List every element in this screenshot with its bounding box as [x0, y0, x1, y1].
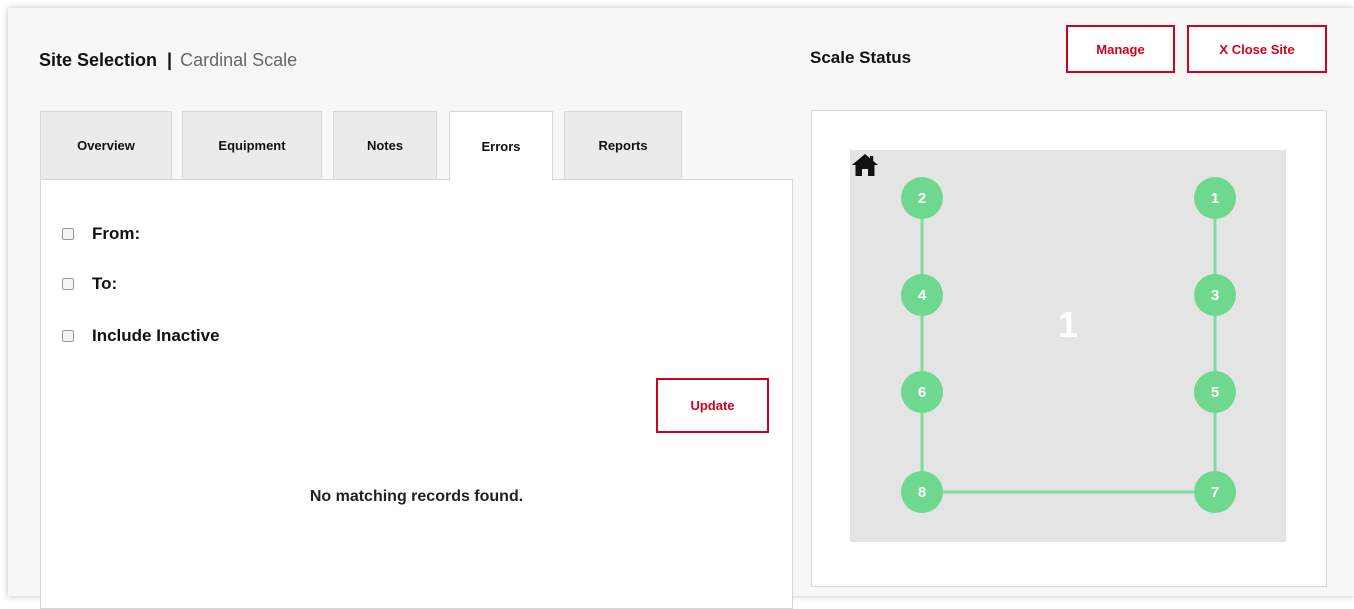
scale-number-label: 1 [1058, 304, 1078, 345]
load-cell-node[interactable]: 2 [901, 177, 943, 219]
load-cell-label: 3 [1211, 287, 1219, 304]
load-cell-node[interactable]: 6 [901, 371, 943, 413]
load-cell-node[interactable]: 1 [1194, 177, 1236, 219]
load-cell-label: 8 [918, 484, 926, 501]
load-cell-label: 5 [1211, 384, 1219, 401]
tab-errors[interactable]: Errors [449, 111, 553, 181]
load-cell-label: 7 [1211, 484, 1219, 501]
load-cell-node[interactable]: 4 [901, 274, 943, 316]
load-cell-node[interactable]: 8 [901, 471, 943, 513]
load-cell-label: 1 [1211, 190, 1219, 207]
load-cell-node[interactable]: 7 [1194, 471, 1236, 513]
load-cell-label: 2 [918, 190, 926, 207]
load-cell-node[interactable]: 3 [1194, 274, 1236, 316]
load-cell-label: 6 [918, 384, 926, 401]
scale-diagram-graphic: 1 1 2 3 4 5 6 7 8 [901, 177, 1236, 513]
load-cell-label: 4 [918, 287, 927, 304]
load-cell-node[interactable]: 5 [1194, 371, 1236, 413]
